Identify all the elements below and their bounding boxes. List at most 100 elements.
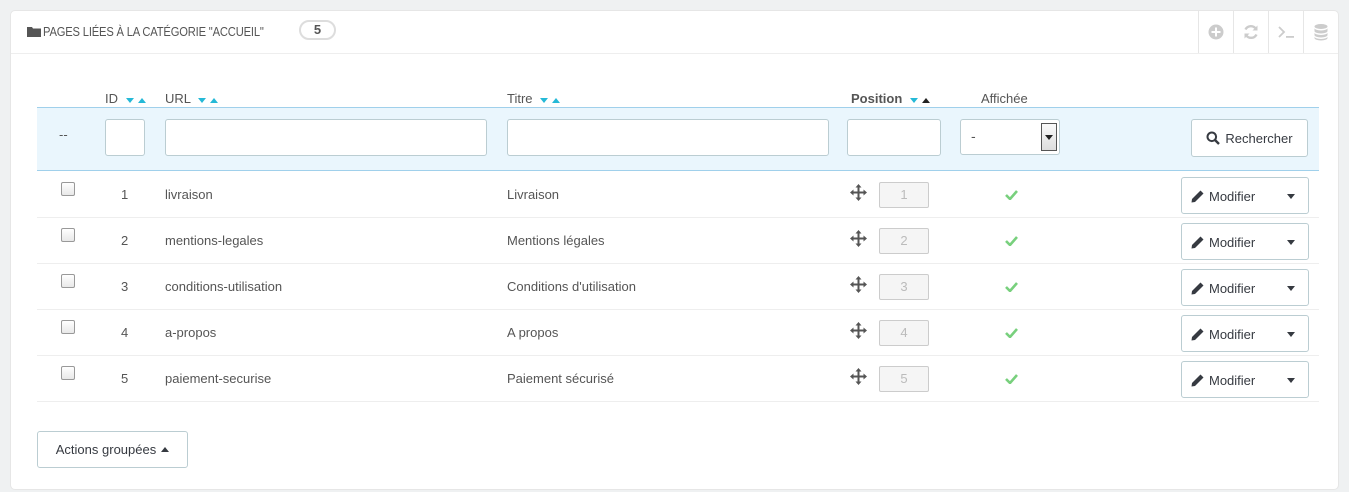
column-label-displayed: Affichée [981, 91, 1028, 106]
sort-arrows-icon[interactable] [125, 96, 148, 104]
caret-down-icon[interactable] [1287, 240, 1295, 245]
row-title: Mentions légales [507, 233, 605, 248]
filter-position-input[interactable] [847, 119, 941, 156]
pencil-icon [1191, 374, 1204, 387]
position-value: 4 [879, 320, 929, 346]
move-icon[interactable] [850, 322, 867, 339]
caret-down-icon[interactable] [1287, 378, 1295, 383]
pencil-icon [1191, 328, 1204, 341]
search-button[interactable]: Rechercher [1191, 119, 1308, 157]
row-id: 4 [121, 325, 129, 340]
filter-id-input[interactable] [105, 119, 145, 156]
column-header-url: URL [165, 91, 220, 106]
row-title: Paiement sécurisé [507, 371, 614, 386]
position-value: 2 [879, 228, 929, 254]
column-label-id: ID [105, 91, 118, 106]
row-checkbox[interactable] [61, 182, 75, 196]
row-title: Conditions d'utilisation [507, 279, 636, 294]
database-button[interactable] [1303, 11, 1338, 53]
pencil-icon [1191, 190, 1204, 203]
edit-button-label: Modifier [1209, 327, 1256, 342]
column-label-position: Position [851, 91, 903, 106]
column-header-displayed: Affichée [981, 91, 1028, 106]
edit-button[interactable]: Modifier [1181, 223, 1309, 260]
add-button[interactable] [1198, 11, 1233, 53]
filter-displayed-select[interactable]: - [960, 119, 1060, 155]
filter-url-input[interactable] [165, 119, 487, 156]
pencil-icon [1191, 236, 1204, 249]
check-icon[interactable] [1005, 327, 1018, 338]
edit-button-label: Modifier [1209, 189, 1256, 204]
check-icon[interactable] [1005, 235, 1018, 246]
count-badge: 5 [299, 20, 336, 40]
panel-toolbar [1198, 11, 1338, 53]
panel-heading: PAGES LIÉES À LA CATÉGORIE "ACCUEIL" 5 [11, 11, 1338, 54]
edit-button[interactable]: Modifier [1181, 315, 1309, 352]
move-icon[interactable] [850, 230, 867, 247]
column-header-id: ID [105, 91, 148, 106]
filter-row: -- - Rechercher [37, 107, 1319, 171]
column-header-position: Position [851, 91, 932, 106]
filter-dash: -- [59, 128, 68, 142]
sql-query-button[interactable] [1268, 11, 1303, 53]
refresh-icon [1244, 24, 1258, 40]
caret-down-icon[interactable] [1287, 332, 1295, 337]
refresh-button[interactable] [1233, 11, 1268, 53]
caret-down-icon[interactable] [1287, 286, 1295, 291]
sort-arrows-icon[interactable] [540, 96, 562, 104]
database-icon [1314, 24, 1328, 41]
edit-button[interactable]: Modifier [1181, 269, 1309, 306]
row-title: A propos [507, 325, 559, 340]
sort-arrows-icon[interactable] [198, 96, 220, 104]
select-value: - [971, 130, 976, 145]
table-row[interactable]: 5 paiement-securise Paiement sécurisé 5 … [37, 356, 1319, 402]
edit-button-label: Modifier [1209, 373, 1256, 388]
row-checkbox[interactable] [61, 320, 75, 334]
row-id: 2 [121, 233, 129, 248]
edit-button-label: Modifier [1209, 281, 1256, 296]
column-label-url: URL [165, 91, 191, 106]
row-id: 3 [121, 279, 129, 294]
caret-down-icon[interactable] [1287, 194, 1295, 199]
row-checkbox[interactable] [61, 366, 75, 380]
row-id: 5 [121, 371, 129, 386]
move-icon[interactable] [850, 368, 867, 385]
row-title: Livraison [507, 187, 560, 202]
row-url: livraison [165, 187, 213, 202]
row-url: conditions-utilisation [165, 279, 283, 294]
position-value: 3 [879, 274, 929, 300]
panel-title: PAGES LIÉES À LA CATÉGORIE "ACCUEIL" [43, 24, 264, 39]
position-value: 5 [879, 366, 929, 392]
table-row[interactable]: 4 a-propos A propos 4 Modifier [37, 310, 1319, 356]
edit-button[interactable]: Modifier [1181, 361, 1309, 398]
check-icon[interactable] [1005, 189, 1018, 200]
row-checkbox[interactable] [61, 228, 75, 242]
bulk-actions-button[interactable]: Actions groupées [37, 431, 188, 468]
chevron-down-icon[interactable] [1041, 123, 1057, 151]
folder-icon [27, 27, 41, 37]
check-icon[interactable] [1005, 373, 1018, 384]
sql-query-icon [1278, 26, 1294, 38]
row-checkbox[interactable] [61, 274, 75, 288]
add-icon [1208, 24, 1224, 40]
column-header-title: Titre [507, 91, 562, 106]
pencil-icon [1191, 282, 1204, 295]
edit-button[interactable]: Modifier [1181, 177, 1309, 214]
row-url: mentions-legales [165, 233, 264, 248]
edit-button-label: Modifier [1209, 235, 1256, 250]
caret-up-icon [161, 447, 170, 452]
sort-arrows-icon[interactable] [909, 96, 932, 104]
filter-title-input[interactable] [507, 119, 829, 156]
row-id: 1 [121, 187, 129, 202]
position-value: 1 [879, 182, 929, 208]
search-icon [1206, 131, 1221, 145]
check-icon[interactable] [1005, 281, 1018, 292]
table-row[interactable]: 2 mentions-legales Mentions légales 2 Mo… [37, 218, 1319, 264]
move-icon[interactable] [850, 276, 867, 293]
table-row[interactable]: 3 conditions-utilisation Conditions d'ut… [37, 264, 1319, 310]
table-row[interactable]: 1 livraison Livraison 1 Modifier [37, 172, 1319, 218]
pages-panel: PAGES LIÉES À LA CATÉGORIE "ACCUEIL" 5 I… [10, 10, 1339, 490]
column-label-title: Titre [507, 91, 533, 106]
row-url: paiement-securise [165, 371, 272, 386]
move-icon[interactable] [850, 184, 867, 201]
